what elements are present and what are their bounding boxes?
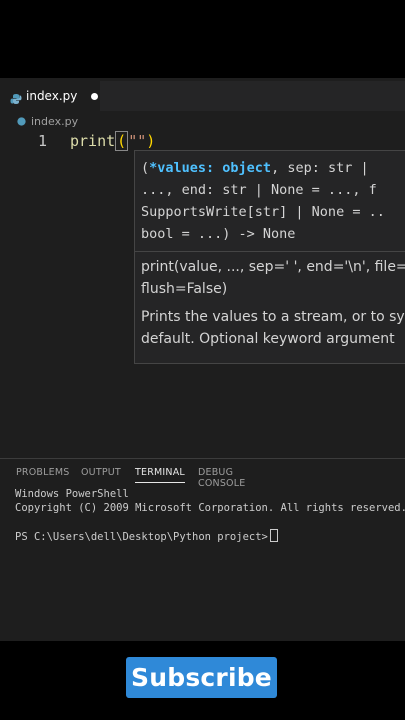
signature-line1-rest: , sep: str |: [271, 160, 369, 176]
close-paren: ): [146, 132, 156, 150]
signature-active-param: *values: object: [149, 160, 272, 176]
signature-help-popup[interactable]: (*values: object, sep: str | ..., end: s…: [134, 150, 405, 364]
terminal-line1: Windows PowerShell: [15, 488, 129, 500]
desc-line1: Prints the values to a stream, or to sy: [141, 309, 405, 325]
unsaved-dot-icon[interactable]: [91, 92, 99, 100]
string-literal: "": [128, 132, 147, 150]
tab-terminal[interactable]: TERMINAL: [135, 467, 185, 483]
desc-line2: default. Optional keyword argument: [141, 331, 395, 347]
terminal-output[interactable]: Windows PowerShell Copyright (C) 2009 Mi…: [15, 487, 405, 544]
terminal-line2: Copyright (C) 2009 Microsoft Corporation…: [15, 502, 405, 514]
breadcrumb[interactable]: index.py: [16, 112, 78, 130]
signature-line2: ..., end: str | None = ..., f: [141, 182, 377, 198]
tab-output[interactable]: OUTPUT: [81, 467, 121, 478]
doc-description: Prints the values to a stream, or to sy …: [135, 300, 405, 350]
tab-debug-console[interactable]: DEBUG CONSOLE: [198, 467, 245, 489]
tab-index-py[interactable]: index.py: [0, 81, 100, 111]
terminal-prompt: PS C:\Users\dell\Desktop\Python project>: [15, 531, 268, 543]
bottom-panel: PROBLEMS OUTPUT TERMINAL DEBUG CONSOLE W…: [0, 458, 405, 641]
python-file-icon: [17, 116, 26, 126]
signature: (*values: object, sep: str | ..., end: s…: [141, 160, 385, 242]
code-text[interactable]: print(""): [70, 131, 156, 151]
open-paren: (: [115, 131, 129, 151]
tab-label: index.py: [26, 89, 78, 103]
doc-line2: flush=False): [141, 281, 228, 297]
line-number: 1: [38, 132, 48, 150]
doc-signature: print(value, ..., sep=' ', end='\n', fil…: [135, 252, 405, 300]
breadcrumb-file: index.py: [31, 114, 79, 128]
signature-line4: bool = ...) -> None: [141, 226, 296, 242]
editor-window: index.py index.py 1 print("") (*values: …: [0, 78, 405, 641]
python-file-icon: [10, 90, 22, 104]
doc-line1: print(value, ..., sep=' ', end='\n', fil…: [141, 259, 405, 275]
tab-bar: index.py: [0, 81, 405, 111]
terminal-cursor: [269, 529, 278, 542]
tab-problems[interactable]: PROBLEMS: [16, 467, 69, 478]
subscribe-button[interactable]: Subscribe: [126, 657, 277, 698]
function-name: print: [70, 132, 116, 150]
signature-line3: SupportsWrite[str] | None = ..: [141, 204, 385, 220]
